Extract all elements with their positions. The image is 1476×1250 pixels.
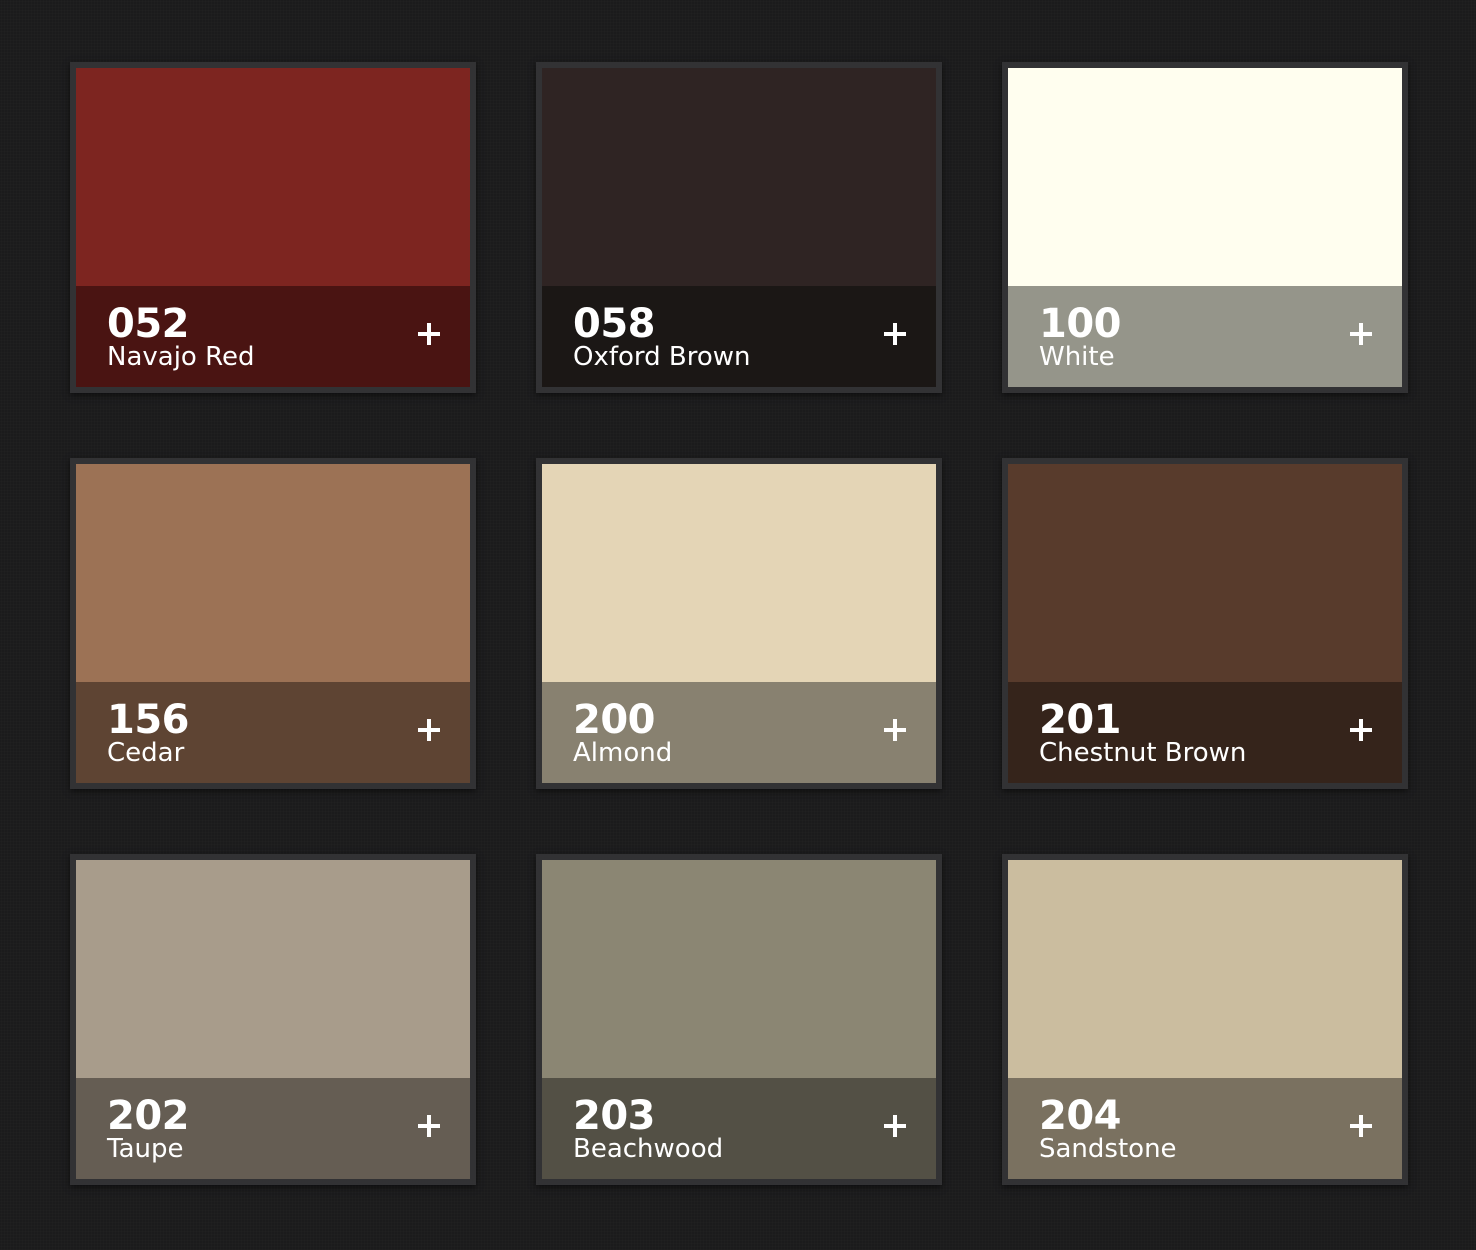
swatch-label-bar: 203 Beachwood: [542, 1078, 936, 1179]
swatch-name: Almond: [573, 738, 673, 768]
plus-icon[interactable]: [418, 323, 440, 345]
swatch-code: 204: [1039, 1093, 1122, 1139]
swatch-color-block[interactable]: [542, 68, 936, 286]
swatch-label-bar: 058 Oxford Brown: [542, 286, 936, 387]
swatch-color-block[interactable]: [542, 464, 936, 682]
swatch-card[interactable]: 201 Chestnut Brown: [1002, 458, 1408, 789]
swatch-label-bar: 052 Navajo Red: [76, 286, 470, 387]
swatch-name: Cedar: [107, 738, 185, 768]
swatch-name: White: [1039, 342, 1115, 372]
swatch-label-bar: 156 Cedar: [76, 682, 470, 783]
swatch-name: Navajo Red: [107, 342, 255, 372]
swatch-color-block[interactable]: [1008, 464, 1402, 682]
swatch-card[interactable]: 100 White: [1002, 62, 1408, 393]
swatch-card[interactable]: 203 Beachwood: [536, 854, 942, 1185]
swatch-card[interactable]: 204 Sandstone: [1002, 854, 1408, 1185]
swatch-color-block[interactable]: [76, 464, 470, 682]
swatch-code: 201: [1039, 697, 1122, 743]
plus-icon[interactable]: [418, 719, 440, 741]
plus-icon[interactable]: [884, 719, 906, 741]
swatch-card[interactable]: 052 Navajo Red: [70, 62, 476, 393]
plus-icon[interactable]: [884, 323, 906, 345]
plus-icon[interactable]: [884, 1115, 906, 1137]
swatch-card[interactable]: 156 Cedar: [70, 458, 476, 789]
swatch-label-bar: 100 White: [1008, 286, 1402, 387]
swatch-name: Beachwood: [573, 1134, 724, 1164]
swatch-label-bar: 204 Sandstone: [1008, 1078, 1402, 1179]
swatch-code: 156: [107, 697, 190, 743]
swatch-name: Taupe: [107, 1134, 184, 1164]
swatch-code: 200: [573, 697, 656, 743]
swatch-label-bar: 200 Almond: [542, 682, 936, 783]
swatch-color-block[interactable]: [1008, 860, 1402, 1078]
swatch-name: Oxford Brown: [573, 342, 751, 372]
swatch-color-block[interactable]: [542, 860, 936, 1078]
plus-icon[interactable]: [418, 1115, 440, 1137]
swatch-card[interactable]: 202 Taupe: [70, 854, 476, 1185]
swatch-color-block[interactable]: [1008, 68, 1402, 286]
swatch-label-bar: 201 Chestnut Brown: [1008, 682, 1402, 783]
plus-icon[interactable]: [1350, 323, 1372, 345]
swatch-name: Sandstone: [1039, 1134, 1177, 1164]
swatch-code: 052: [107, 301, 190, 347]
swatch-label-bar: 202 Taupe: [76, 1078, 470, 1179]
swatch-card[interactable]: 200 Almond: [536, 458, 942, 789]
swatch-code: 100: [1039, 301, 1122, 347]
swatch-color-block[interactable]: [76, 68, 470, 286]
swatch-code: 058: [573, 301, 656, 347]
plus-icon[interactable]: [1350, 719, 1372, 741]
plus-icon[interactable]: [1350, 1115, 1372, 1137]
swatch-code: 203: [573, 1093, 656, 1139]
swatch-card[interactable]: 058 Oxford Brown: [536, 62, 942, 393]
swatch-color-block[interactable]: [76, 860, 470, 1078]
swatch-code: 202: [107, 1093, 190, 1139]
swatch-name: Chestnut Brown: [1039, 738, 1247, 768]
